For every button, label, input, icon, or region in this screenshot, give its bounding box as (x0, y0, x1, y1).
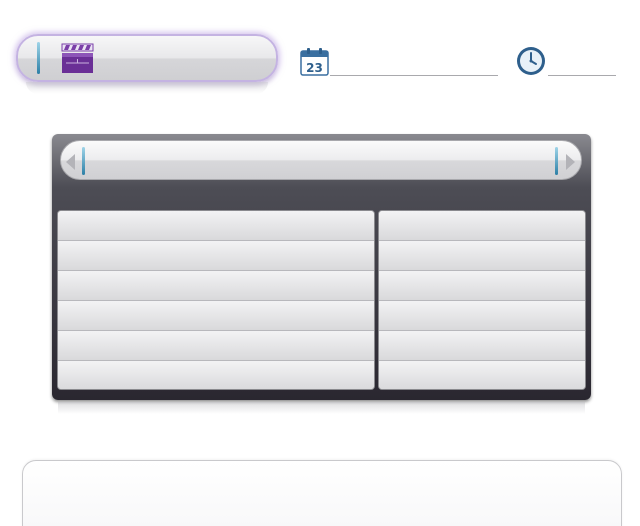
list-item[interactable] (379, 331, 585, 361)
list-item[interactable] (58, 301, 374, 331)
picker-panel (52, 134, 591, 414)
clapperboard-icon (61, 42, 95, 78)
text-cursor-start (82, 147, 85, 175)
list-item[interactable] (58, 271, 374, 301)
list-item[interactable] (58, 361, 374, 389)
clock-icon (515, 45, 547, 81)
list-right (378, 210, 586, 390)
list-item[interactable] (379, 241, 585, 271)
list-item[interactable] (379, 301, 585, 331)
list-item[interactable] (379, 271, 585, 301)
text-cursor (37, 42, 40, 74)
text-cursor-end (555, 147, 558, 175)
calendar-icon: 23 (300, 47, 330, 81)
search-bar[interactable] (60, 140, 582, 180)
list-item[interactable] (58, 211, 374, 241)
chevron-right-icon[interactable] (566, 154, 575, 170)
tab-divider (330, 75, 498, 76)
list-left (57, 210, 375, 390)
list-item[interactable] (379, 361, 585, 389)
chevron-left-icon[interactable] (66, 154, 75, 170)
tab-clapperboard[interactable] (16, 34, 278, 94)
list-item[interactable] (58, 331, 374, 361)
list-item[interactable] (58, 241, 374, 271)
list-item[interactable] (379, 211, 585, 241)
calendar-day: 23 (306, 61, 323, 75)
tab-divider (548, 75, 616, 76)
content-box (22, 460, 622, 526)
